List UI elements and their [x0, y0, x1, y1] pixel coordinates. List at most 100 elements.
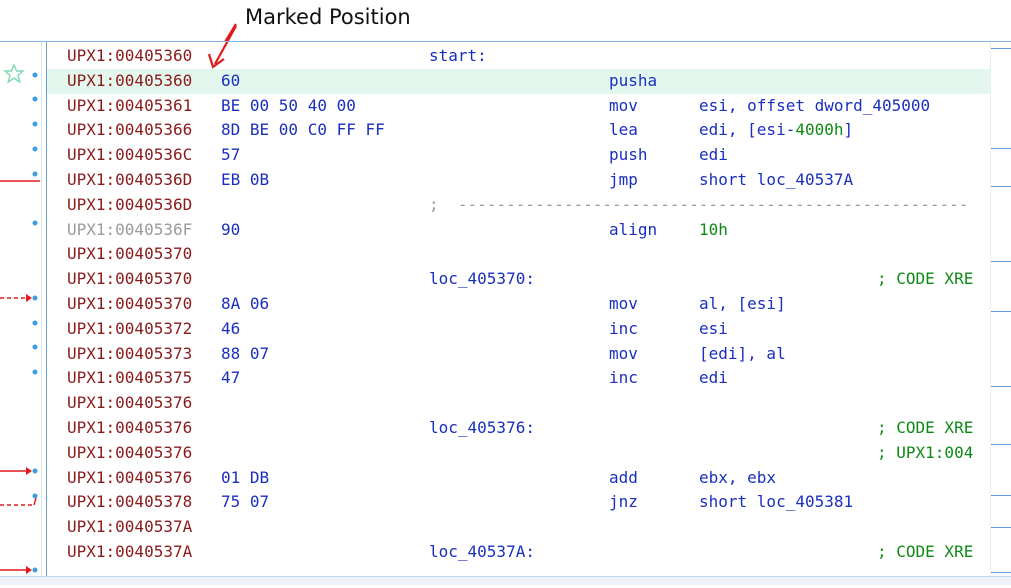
- mnemonic[interactable]: inc: [609, 366, 638, 391]
- address[interactable]: UPX1:00405360: [67, 44, 192, 69]
- xref-comment[interactable]: ; CODE XRE: [877, 416, 973, 441]
- address[interactable]: UPX1:00405370: [67, 242, 192, 267]
- row-dot: [32, 171, 38, 177]
- arrow-head-icon: [26, 467, 32, 475]
- mnemonic[interactable]: push: [609, 143, 648, 168]
- listing-row[interactable]: UPX1:00405376 ; UPX1:004: [47, 441, 991, 466]
- row-dot: [32, 369, 38, 375]
- listing-row[interactable]: UPX1:00405361 BE 00 50 40 00 mov esi, offse…: [47, 94, 991, 119]
- listing-row[interactable]: UPX1:00405376 01 DB add ebx, ebx: [47, 466, 991, 491]
- mnemonic[interactable]: add: [609, 466, 638, 491]
- mnemonic[interactable]: align: [609, 218, 657, 243]
- opcode-bytes: EB 0B: [221, 170, 270, 189]
- listing-row[interactable]: UPX1:0040536F 90 align 10h: [47, 218, 991, 243]
- arrow-head-icon: [26, 566, 32, 574]
- listing-row[interactable]: UPX1:00405370 loc_405370: ; CODE XRE: [47, 267, 991, 292]
- mnemonic[interactable]: jmp: [609, 168, 638, 193]
- listing-row[interactable]: UPX1:00405370 8A 06 mov al, [esi]: [47, 292, 991, 317]
- code-label[interactable]: loc_40537A:: [429, 540, 535, 565]
- operand-text: edi: [699, 368, 728, 388]
- listing-row[interactable]: UPX1:0040537A loc_40537A: ; CODE XRE: [47, 540, 991, 565]
- xref-comment[interactable]: ; UPX1:004: [877, 441, 973, 466]
- listing-row[interactable]: UPX1:0040536D ; -------------------------…: [47, 193, 991, 218]
- address[interactable]: UPX1:00405376: [67, 441, 192, 466]
- listing-row[interactable]: UPX1:00405376 loc_405376: ; CODE XRE: [47, 416, 991, 441]
- flow-gutter[interactable]: [0, 42, 46, 584]
- disassembly-listing[interactable]: UPX1:00405360 start: UPX1:00405360 60 pusha U…: [47, 42, 991, 584]
- address[interactable]: UPX1:00405375: [67, 366, 192, 391]
- mnemonic[interactable]: inc: [609, 317, 638, 342]
- xref-overview-bar[interactable]: [991, 42, 1011, 584]
- mnemonic[interactable]: mov: [609, 342, 638, 367]
- address[interactable]: UPX1:00405378: [67, 490, 192, 515]
- operands[interactable]: esi: [699, 317, 728, 342]
- listing-row[interactable]: UPX1:0040536C 57 push edi: [47, 143, 991, 168]
- address[interactable]: UPX1:00405366: [67, 118, 192, 143]
- separator-line: ; --------------------------------------…: [429, 194, 969, 214]
- mnemonic[interactable]: lea: [609, 118, 638, 143]
- address[interactable]: UPX1:00405376: [67, 391, 192, 416]
- listing-row[interactable]: UPX1:00405360 start:: [47, 44, 991, 69]
- listing-row[interactable]: UPX1:0040537A: [47, 515, 991, 540]
- address[interactable]: UPX1:00405372: [67, 317, 192, 342]
- xref-marker: [991, 386, 1011, 387]
- mnemonic[interactable]: jnz: [609, 490, 638, 515]
- operands[interactable]: [edi], al: [699, 342, 786, 367]
- address[interactable]: UPX1:0040536D: [67, 193, 192, 218]
- address[interactable]: UPX1:0040536D: [67, 168, 192, 193]
- address[interactable]: UPX1:00405360: [67, 69, 192, 94]
- listing-row[interactable]: UPX1:00405360 60 pusha: [47, 68, 991, 94]
- operands[interactable]: edi: [699, 143, 728, 168]
- operand-number: 4000h: [795, 120, 844, 140]
- mnemonic[interactable]: pusha: [609, 69, 657, 94]
- operands[interactable]: 10h: [699, 218, 728, 243]
- opcode-bytes: BE 00 50 40 00: [221, 95, 356, 115]
- xref-comment[interactable]: ; CODE XRE: [877, 267, 973, 292]
- gutter-graphics: [0, 63, 40, 574]
- address[interactable]: UPX1:00405376: [67, 416, 192, 441]
- xref-comment[interactable]: ; CODE XRE: [877, 540, 973, 565]
- listing-row[interactable]: UPX1:00405378 75 07 jnz short loc_405381: [47, 490, 991, 515]
- operand-text: ebx, ebx: [699, 467, 777, 487]
- address[interactable]: UPX1:0040537A: [67, 515, 192, 540]
- address[interactable]: UPX1:0040536C: [67, 143, 192, 168]
- mnemonic[interactable]: mov: [609, 292, 638, 317]
- opcode-bytes: 8A 06: [221, 294, 270, 313]
- code-label[interactable]: loc_405370:: [429, 267, 535, 292]
- operands[interactable]: short loc_405381: [699, 490, 853, 515]
- operands[interactable]: edi, [esi-4000h]: [699, 118, 853, 143]
- listing-row[interactable]: UPX1:00405376: [47, 391, 991, 416]
- listing-row[interactable]: UPX1:00405373 88 07 mov [edi], al: [47, 342, 991, 367]
- xref-marker: [991, 48, 1011, 49]
- listing-row[interactable]: UPX1:00405375 47 inc edi: [47, 366, 991, 391]
- address[interactable]: UPX1:0040537A: [67, 540, 192, 565]
- listing-row[interactable]: UPX1:00405370: [47, 242, 991, 267]
- address[interactable]: UPX1:00405370: [67, 292, 192, 317]
- operands[interactable]: al, [esi]: [699, 292, 786, 317]
- opcode-bytes: 47: [221, 368, 241, 388]
- row-dot: [32, 96, 38, 102]
- listing-row[interactable]: UPX1:00405372 46 inc esi: [47, 317, 991, 342]
- address[interactable]: UPX1:0040536F: [67, 218, 192, 243]
- row-dot: [32, 468, 38, 474]
- listing-row[interactable]: UPX1:0040536D EB 0B jmp short loc_40537A: [47, 168, 991, 193]
- listing-row[interactable]: UPX1:00405366 8D BE 00 C0 FF FF lea edi, [e…: [47, 118, 991, 143]
- address[interactable]: UPX1:00405376: [67, 466, 192, 491]
- address[interactable]: UPX1:00405361: [67, 94, 192, 119]
- operand-number: 10h: [699, 219, 728, 239]
- operands[interactable]: short loc_40537A: [699, 168, 853, 193]
- operands[interactable]: edi: [699, 366, 728, 391]
- mnemonic[interactable]: mov: [609, 94, 638, 119]
- xref-marker: [991, 148, 1011, 149]
- address[interactable]: UPX1:00405373: [67, 342, 192, 367]
- operands[interactable]: esi, offset dword_405000: [699, 94, 930, 119]
- xref-marker: [991, 186, 1011, 187]
- operands[interactable]: ebx, ebx: [699, 466, 776, 491]
- arrow-head-icon: [26, 294, 32, 302]
- code-label[interactable]: loc_405376:: [429, 416, 535, 441]
- address[interactable]: UPX1:00405370: [67, 267, 192, 292]
- operand-text: esi: [699, 318, 728, 338]
- xref-marker: [991, 311, 1011, 312]
- opcode-bytes: 90: [221, 219, 241, 239]
- code-label[interactable]: start:: [429, 44, 487, 69]
